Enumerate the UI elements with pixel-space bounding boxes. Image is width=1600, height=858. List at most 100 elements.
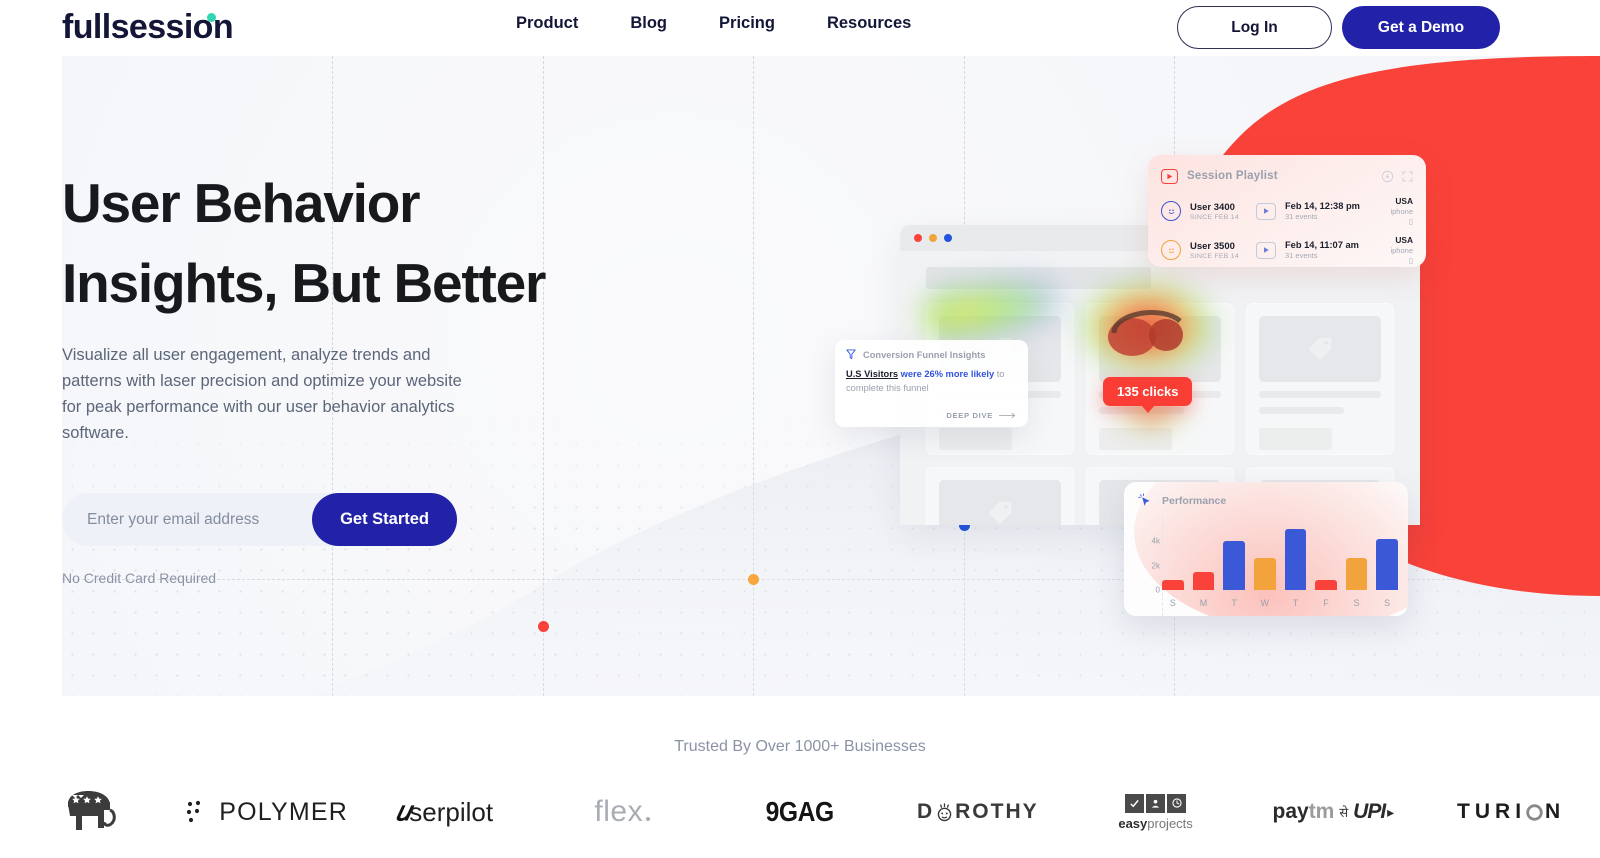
flex-dot [646,817,651,821]
login-button[interactable]: Log In [1177,6,1332,49]
user-since: SINCE FEB 14 [1190,252,1239,260]
playlist-row[interactable]: User 3500 SINCE FEB 14 Feb 14, 11:07 am … [1161,235,1413,265]
session-device: iphone ▯ [1390,207,1413,226]
dorothy-bulb-icon [937,802,952,821]
bar [1223,541,1245,590]
bar [1315,580,1337,590]
funnel-title: Conversion Funnel Insights [863,349,986,360]
brand-logo[interactable]: fullsession [62,8,234,47]
tag-icon [1308,337,1332,361]
session-device: iphone ▯ [1390,246,1413,265]
logo-paytm-text: pay [1272,800,1309,823]
bar-column [1162,522,1184,590]
bar-column [1253,522,1276,590]
logo-polymer-text: POLYMER [219,797,349,826]
signup-form: Get Started [62,493,457,546]
x-tick-label: S [1169,598,1176,608]
expand-icon[interactable] [1402,171,1413,182]
logo-userpilot: 𝑢 serpilot [356,782,534,842]
logo-9gag: 9GAG [711,782,889,842]
traffic-light-blue [944,234,952,242]
performance-title: Performance [1162,495,1227,507]
funnel-header: Conversion Funnel Insights [846,349,1017,360]
session-time: Feb 14, 12:38 pm [1285,201,1360,211]
bar-column [1284,522,1307,590]
logo-dorothy: D ROTHY [889,782,1067,842]
logo-turion: TURI N [1422,782,1600,842]
filter-icon [846,349,856,360]
x-tick-label: T [1231,598,1237,608]
arrow-right-icon [999,412,1016,419]
mock-line [1259,391,1381,398]
data-point-red [538,621,549,632]
download-circle-icon[interactable] [1381,170,1394,183]
x-tick-label: T [1292,598,1299,608]
easyprojects-icons [1125,793,1187,813]
get-demo-button[interactable]: Get a Demo [1342,6,1500,49]
page-title: User Behavior Insights, But Better [62,163,762,323]
nav-item-product[interactable]: Product [516,14,578,33]
user-name: User 3500 [1190,240,1235,252]
upi-arrow-icon: ▸ [1387,803,1395,820]
top-navigation: fullsession Product Blog Pricing Resourc… [0,0,1600,56]
person-box-icon [1146,793,1166,813]
bar-column [1376,522,1398,590]
playlist-row[interactable]: User 3400 SINCE FEB 14 Feb 14, 12:38 pm … [1161,196,1413,226]
bar [1284,529,1307,590]
bar-column [1315,522,1337,590]
x-tick-label: S [1353,598,1360,608]
nav-item-resources[interactable]: Resources [827,14,911,33]
play-button[interactable] [1256,202,1276,220]
session-country: USA [1395,235,1413,245]
trusted-heading: Trusted By Over 1000+ Businesses [674,738,926,755]
bar [1253,558,1276,590]
playlist-time: Feb 14, 11:07 am 31 events [1285,240,1363,260]
session-events: 31 events [1285,212,1318,221]
bar-column [1223,522,1245,590]
mock-button-placeholder [1099,428,1173,450]
hero-title-line1: User Behavior [62,172,421,234]
userpilot-u-glyph: 𝑢 [395,796,411,826]
bar-series [1162,522,1398,590]
session-events: 31 events [1285,251,1318,260]
client-logo-row: POLYMER 𝑢 serpilot flex 9GAG D ROTHY eas… [0,782,1600,842]
logo-paytm-upi: pay tm से UPI ▸ [1244,782,1422,842]
y-tick: 2k [1151,561,1160,571]
mock-thumb [1259,316,1381,382]
deep-dive-link[interactable]: DEEP DIVE [946,411,1017,420]
data-point-orange [748,574,759,585]
playlist-user: User 3500 SINCE FEB 14 [1190,241,1256,260]
y-tick: 0 [1155,585,1160,595]
conversion-funnel-card: Conversion Funnel Insights U.S Visitors … [835,340,1028,427]
get-started-button[interactable]: Get Started [312,493,457,546]
logo-9gag-text: 9GAG [765,796,835,827]
funnel-insight-text: U.S Visitors were 26% more likely to com… [846,367,1017,395]
logo-userpilot-text: serpilot [409,796,494,827]
playlist-time: Feb 14, 12:38 pm 31 events [1285,201,1363,221]
performance-header: Performance [1124,482,1408,509]
turion-ring-icon [1526,803,1543,821]
funnel-blue-text: were 26% more likely [898,369,995,379]
phone-icon: ▯ [1408,217,1413,226]
no-credit-card-note: No Credit Card Required [62,570,217,586]
play-button[interactable] [1256,241,1276,259]
clock-box-icon [1167,793,1187,813]
elephant-icon [67,791,116,830]
logo-turion-n: N [1545,800,1566,823]
playlist-geo: USA iphone ▯ [1390,196,1413,226]
user-name: User 3400 [1190,201,1235,213]
logo-flex: flex [533,782,711,842]
playlist-user: User 3400 SINCE FEB 14 [1190,202,1256,221]
playlist-title: Session Playlist [1187,170,1278,182]
headphones-icon [1108,310,1183,356]
bar [1376,539,1398,590]
nav-item-pricing[interactable]: Pricing [719,14,775,33]
nav-item-blog[interactable]: Blog [630,14,667,33]
logo-tm-text: tm [1308,800,1335,823]
bar [1162,580,1184,590]
logo-turion-text: TURI [1457,800,1527,823]
mock-thumb [939,480,1061,525]
performance-plot: 4k 2k 0 [1152,522,1398,595]
mock-button-placeholder [1259,428,1333,450]
logo-flex-text: flex [594,795,644,828]
